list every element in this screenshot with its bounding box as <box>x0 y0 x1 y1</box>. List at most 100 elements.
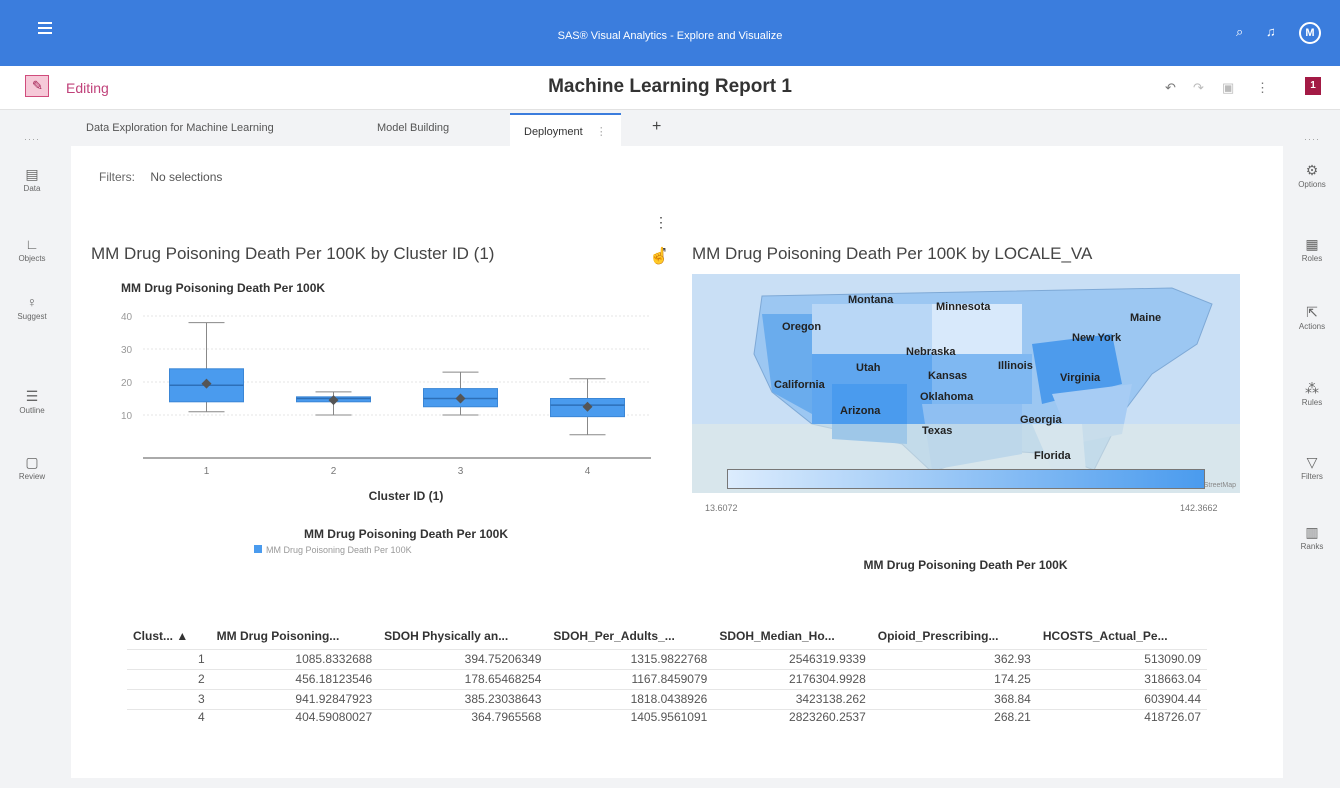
column-header[interactable]: SDOH_Per_Adults_... <box>547 623 713 649</box>
page-tabs: Data Exploration for Machine Learning Mo… <box>64 110 1284 146</box>
column-header[interactable]: SDOH Physically an... <box>378 623 547 649</box>
table-cell: 4 <box>127 708 211 724</box>
column-header[interactable]: MM Drug Poisoning... <box>211 623 379 649</box>
roles-icon: ▦ <box>1305 236 1319 252</box>
legend-item: MM Drug Poisoning Death Per 100K <box>266 545 412 555</box>
state-label: Montana <box>848 294 894 306</box>
state-label: Oregon <box>782 321 822 333</box>
redo-icon[interactable]: ↷ <box>1193 80 1204 96</box>
table-cell: 1405.9561091 <box>547 708 714 724</box>
table-cell: 941.92847923 <box>210 688 379 709</box>
report-badge[interactable]: 1 <box>1305 77 1321 95</box>
state-label: Oklahoma <box>920 391 974 403</box>
right-sidebar-handle-icon[interactable]: ···· <box>1284 134 1340 144</box>
rules-icon: ⁂ <box>1305 380 1319 396</box>
color-gradient-legend <box>727 469 1205 489</box>
box-plot-chart[interactable]: MM Drug Poisoning Death Per 100K 10 20 30 4… <box>91 278 651 578</box>
y-tick-label: 30 <box>121 345 133 356</box>
choropleth-map[interactable]: Montana Minnesota Oregon Maine New York … <box>692 274 1240 493</box>
gradient-max-label: 142.3662 <box>1180 503 1218 513</box>
table-row[interactable]: 2 456.18123546 178.65468254 1167.8459079 217… <box>127 668 1207 689</box>
user-avatar[interactable]: M <box>1299 22 1321 44</box>
table-cell: 1 <box>127 648 211 669</box>
sidebar-item-outline[interactable]: ☰ Outline <box>0 388 64 415</box>
left-sidebar-handle-icon[interactable]: ···· <box>0 134 64 144</box>
undo-icon[interactable]: ↶ <box>1165 80 1176 96</box>
x-tick-label: 4 <box>585 466 591 477</box>
tab-data-exploration[interactable]: Data Exploration for Machine Learning <box>86 122 274 134</box>
table-cell: 2546319.9339 <box>713 648 872 669</box>
sidebar-item-review[interactable]: ▢ Review <box>0 454 64 481</box>
save-icon[interactable]: ▣ <box>1222 80 1234 96</box>
x-axis-label: Cluster ID (1) <box>369 489 444 503</box>
table-cell: 394.75206349 <box>378 648 548 669</box>
y-tick-label: 20 <box>121 378 133 389</box>
state-label: California <box>774 379 825 391</box>
column-header[interactable]: Opioid_Prescribing... <box>872 623 1037 649</box>
table-row[interactable]: 3 941.92847923 385.23038643 1818.0438926 342… <box>127 688 1207 709</box>
hand-cursor-icon: ☝ <box>649 248 669 265</box>
table-cell: 513090.09 <box>1036 648 1207 669</box>
add-page-icon[interactable]: + <box>652 118 661 136</box>
data-table: Clust... ▲ MM Drug Poisoning... SDOH Physi… <box>127 623 1207 724</box>
gradient-legend-title: MM Drug Poisoning Death Per 100K <box>863 558 1068 572</box>
state-label: Arizona <box>840 405 881 417</box>
options-icon: ⚙ <box>1305 162 1319 178</box>
suggest-icon: ♀ <box>26 294 38 310</box>
state-label: Maine <box>1130 312 1162 324</box>
x-tick-label: 3 <box>458 466 464 477</box>
more-menu-icon[interactable]: ⋮ <box>1256 80 1269 96</box>
table-cell: 368.84 <box>871 688 1037 709</box>
table-cell: 1315.9822768 <box>547 648 714 669</box>
tab-menu-icon[interactable]: ⋮ <box>596 126 607 138</box>
sidebar-item-roles[interactable]: ▦ Roles <box>1284 236 1340 263</box>
column-header[interactable]: HCOSTS_Actual_Pe... <box>1037 623 1207 649</box>
right-sidebar: ···· ⚙ Options ▦ Roles ⇱ Actions ⁂ Rules… <box>1284 110 1340 788</box>
table-cell: 362.93 <box>871 648 1037 669</box>
column-header[interactable]: SDOH_Median_Ho... <box>713 623 871 649</box>
chart-title: MM Drug Poisoning Death Per 100K <box>121 281 325 295</box>
table-row[interactable]: 1 1085.8332688 394.75206349 1315.9822768 254… <box>127 648 1207 669</box>
sidebar-item-filters[interactable]: ▽ Filters <box>1284 454 1340 481</box>
state-label: Florida <box>1034 450 1071 462</box>
filter-value[interactable]: No selections <box>150 170 222 184</box>
legend-swatch <box>254 545 262 553</box>
state-label: Virginia <box>1060 372 1101 384</box>
table-cell: 2 <box>127 668 211 689</box>
y-tick-label: 10 <box>121 411 133 422</box>
box-plot-title: MM Drug Poisoning Death Per 100K by Clus… <box>91 244 495 263</box>
state-label: Utah <box>856 362 881 374</box>
sidebar-item-actions[interactable]: ⇱ Actions <box>1284 304 1340 331</box>
sidebar-item-data[interactable]: ▤ Data <box>0 166 64 193</box>
tab-model-building[interactable]: Model Building <box>377 122 449 134</box>
notifications-icon[interactable]: ♫ <box>1266 24 1276 39</box>
objects-icon: ∟ <box>25 236 39 252</box>
sidebar-item-options[interactable]: ⚙ Options <box>1284 162 1340 189</box>
state-label: Georgia <box>1020 414 1062 426</box>
y-tick-label: 40 <box>121 312 133 323</box>
sidebar-item-rules[interactable]: ⁂ Rules <box>1284 380 1340 407</box>
sidebar-item-objects[interactable]: ∟ Objects <box>0 236 64 263</box>
table-row[interactable]: 4 404.59080027 364.7965568 1405.9561091 2823… <box>127 708 1207 724</box>
table-cell: 268.21 <box>871 708 1037 724</box>
report-title: Machine Learning Report 1 <box>548 76 792 97</box>
ranks-icon: ▥ <box>1305 524 1319 540</box>
table-cell: 178.65468254 <box>378 668 548 689</box>
table-cell: 603904.44 <box>1036 688 1207 709</box>
table-cell: 1085.8332688 <box>210 648 379 669</box>
table-cell: 456.18123546 <box>210 668 379 689</box>
filter-bar: Filters: No selections <box>99 170 223 184</box>
table-cell: 364.7965568 <box>378 708 548 724</box>
table-cell: 1818.0438926 <box>547 688 714 709</box>
table-cell: 174.25 <box>871 668 1037 689</box>
sidebar-item-ranks[interactable]: ▥ Ranks <box>1284 524 1340 551</box>
tab-deployment[interactable]: Deployment ⋮ <box>510 113 621 146</box>
column-header[interactable]: Clust... ▲ <box>127 623 211 649</box>
sidebar-item-suggest[interactable]: ♀ Suggest <box>0 294 64 321</box>
app-banner: SAS® Visual Analytics - Explore and Visu… <box>0 0 1340 66</box>
search-icon[interactable]: ⌕ <box>1236 24 1243 40</box>
data-table-container[interactable]: Clust... ▲ MM Drug Poisoning... SDOH Physi… <box>127 623 1207 741</box>
object-menu-icon[interactable]: ⋮ <box>654 214 668 231</box>
actions-icon: ⇱ <box>1306 304 1318 320</box>
table-cell: 2823260.2537 <box>713 708 872 724</box>
